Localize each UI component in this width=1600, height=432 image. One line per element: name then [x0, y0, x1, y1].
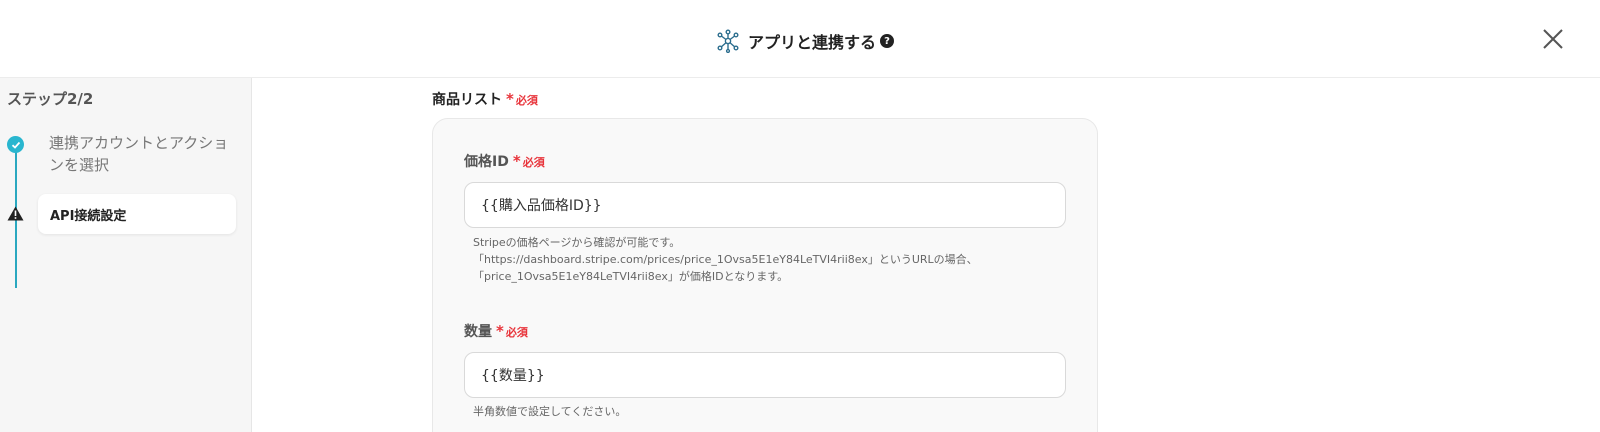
- quantity-help: 半角数値で設定してください。: [473, 403, 626, 420]
- step-heading: ステップ2/2: [7, 90, 94, 108]
- modal-header: アプリと連携する ?: [0, 0, 1600, 78]
- help-icon[interactable]: ?: [880, 34, 895, 48]
- product-list-label-text: 商品リスト: [432, 92, 502, 108]
- required-star: *: [512, 152, 521, 170]
- help-line: Stripeの価格ページから確認が可能です。: [473, 236, 681, 249]
- required-badge: 必須: [515, 94, 538, 107]
- price-id-label: 価格ID * 必須: [464, 151, 545, 171]
- quantity-label: 数量 * 必須: [464, 321, 528, 341]
- network-nodes-icon: [717, 29, 739, 53]
- price-id-help: Stripeの価格ページから確認が可能です。 「https://dashboar…: [473, 234, 978, 285]
- step-item-label: API接続設定: [50, 209, 127, 224]
- required-star: *: [496, 322, 504, 340]
- step-sidebar: ステップ2/2 連携アカウントとアクションを選択 API接続設定: [0, 78, 252, 432]
- required-badge: 必須: [505, 326, 528, 339]
- modal-title-text: アプリと連携する: [748, 33, 877, 52]
- quantity-input[interactable]: [464, 352, 1066, 398]
- required-badge: 必須: [522, 156, 545, 169]
- help-line: 半角数値で設定してください。: [473, 405, 627, 418]
- help-line: 「price_1Ovsa5E1eY84LeTVI4rii8ex」が価格IDとなり…: [473, 270, 789, 283]
- help-line: 「https://dashboard.stripe.com/prices/pri…: [473, 253, 978, 266]
- modal-title: アプリと連携する ?: [716, 28, 895, 54]
- quantity-label-text: 数量: [464, 324, 492, 340]
- warning-triangle-icon: [7, 206, 24, 221]
- product-list-label: 商品リスト * 必須: [432, 89, 538, 109]
- check-circle-icon: [7, 136, 24, 153]
- required-star: *: [506, 90, 514, 108]
- price-id-label-text: 価格ID: [464, 154, 509, 170]
- price-id-input[interactable]: [464, 182, 1066, 228]
- close-icon[interactable]: [1540, 26, 1566, 52]
- step-item-select-account[interactable]: 連携アカウントとアクションを選択: [49, 132, 229, 176]
- step-item-api-settings[interactable]: API接続設定: [38, 194, 236, 234]
